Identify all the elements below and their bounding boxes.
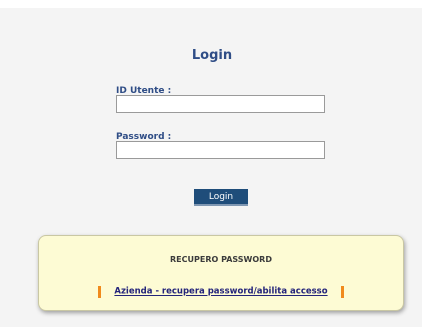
recovery-title: RECUPERO PASSWORD [170,255,272,264]
left-marker-icon [98,285,102,298]
password-recovery-box: RECUPERO PASSWORD Azienda - recupera pas… [38,235,404,311]
login-panel: Login ID Utente : Password : Login RECUP… [0,8,422,327]
user-id-input[interactable] [116,95,325,113]
login-button[interactable]: Login [194,189,248,206]
login-title: Login [191,48,233,63]
recover-password-link[interactable]: Azienda - recupera password/abilita acce… [114,287,327,297]
recovery-link-row: Azienda - recupera password/abilita acce… [39,281,403,300]
password-input[interactable] [116,141,325,159]
right-marker-icon [340,285,344,298]
